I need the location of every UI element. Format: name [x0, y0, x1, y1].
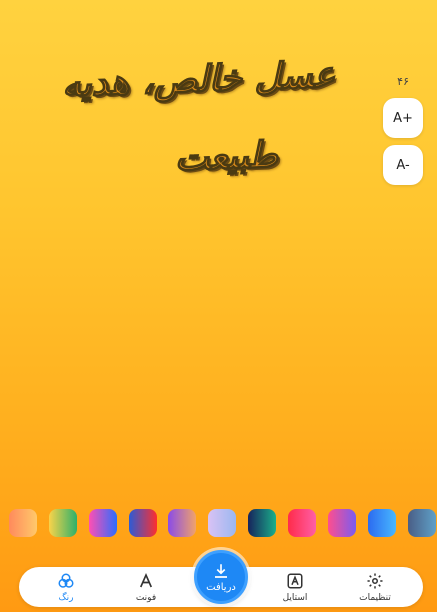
download-button-label: دریافت	[206, 581, 236, 593]
color-swatch-strip[interactable]	[0, 509, 437, 539]
poster-text-line-2: طبیعت	[173, 133, 279, 180]
increase-font-size-button[interactable]: A+	[383, 98, 423, 138]
nav-style-label: استایل	[282, 592, 308, 603]
nav-font-label: فونت	[135, 592, 157, 603]
color-swatch-orange-light[interactable]	[9, 509, 37, 537]
color-swatch-lavender-blue[interactable]	[208, 509, 236, 537]
color-swatch-pink-purple[interactable]	[328, 509, 356, 537]
nav-settings-label: تنظیمات	[359, 592, 391, 603]
color-swatch-purple-orange[interactable]	[168, 509, 196, 537]
color-palette-icon	[58, 573, 74, 588]
color-swatch-navy-teal[interactable]	[248, 509, 276, 537]
color-swatch-slate[interactable]	[408, 509, 436, 537]
download-button[interactable]: دریافت	[194, 550, 248, 604]
nav-style[interactable]: استایل	[265, 567, 325, 607]
nav-color-label: رنگ	[58, 592, 74, 603]
download-icon	[215, 563, 227, 578]
poster-text-line-1: عسل خالص، هدیه	[61, 53, 337, 106]
color-swatch-sky-blue[interactable]	[368, 509, 396, 537]
nav-settings[interactable]: تنظیمات	[345, 567, 405, 607]
color-swatch-red-pink[interactable]	[288, 509, 316, 537]
font-icon	[139, 572, 153, 587]
style-icon	[287, 573, 303, 588]
color-swatch-pink-blue[interactable]	[89, 509, 117, 537]
color-swatch-yellow-green[interactable]	[49, 509, 77, 537]
nav-font[interactable]: فونت	[116, 567, 176, 607]
color-swatch-blue-red[interactable]	[129, 509, 157, 537]
font-size-value: ۴۶	[397, 75, 409, 88]
gear-icon	[367, 573, 383, 588]
decrease-font-size-button[interactable]: A-	[383, 145, 423, 185]
nav-color[interactable]: رنگ	[36, 567, 96, 607]
poster-text[interactable]: عسل خالص، هدیه طبیعت	[57, 35, 362, 201]
